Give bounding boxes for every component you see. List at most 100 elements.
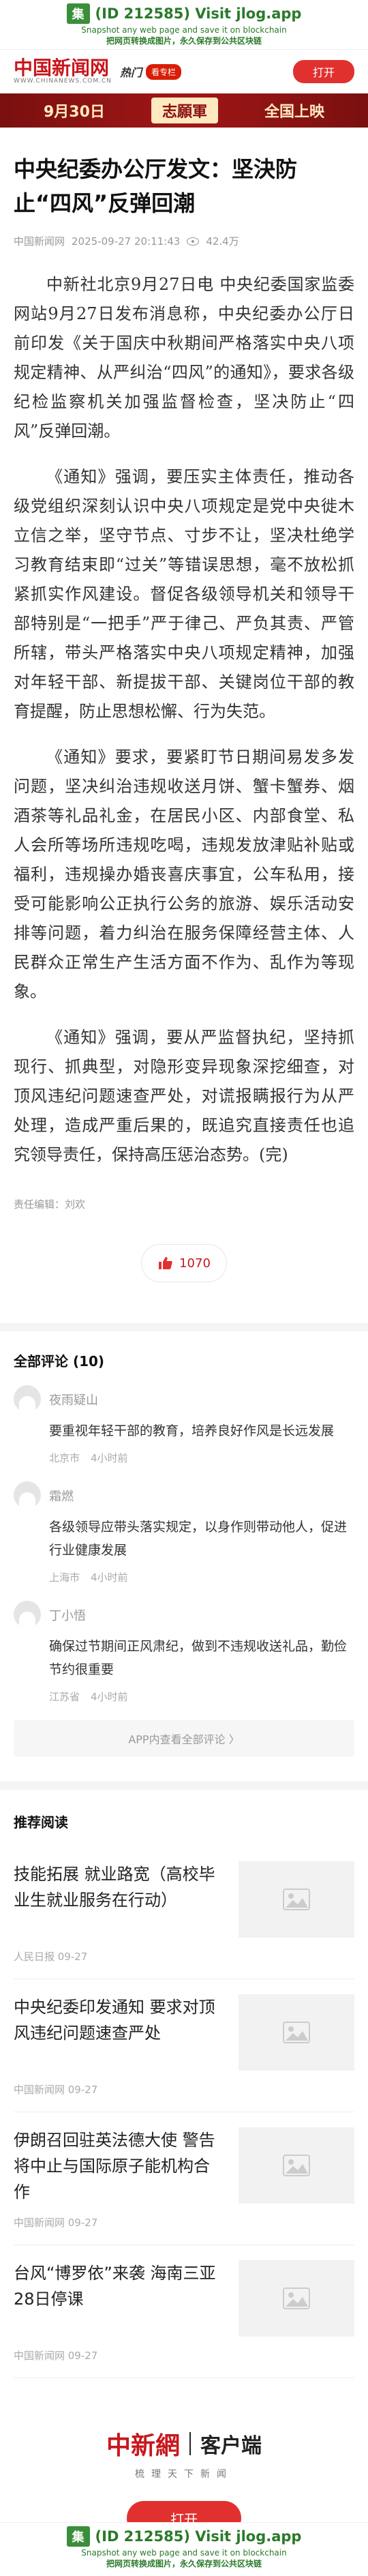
recommend-text: 台风“博罗依”来袭 海南三亚28日停课 中国新闻网 09-27 <box>14 2260 239 2363</box>
ad-slogan: 全国上映 <box>264 104 324 121</box>
avatar <box>14 1385 41 1412</box>
comment-time: 4小时前 <box>91 1452 128 1464</box>
ad-show-title: 志願軍 <box>151 98 218 123</box>
article-paragraph: 《通知》强调，要从严监督执纪，坚持抓现行、抓典型，对隐形变异现象深挖细查，对顶风… <box>14 1028 354 1164</box>
jlog-banner-row: 集 (ID 212585) Visit jlog.app <box>66 2526 302 2547</box>
recommend-title[interactable]: 台风“博罗依”来袭 海南三亚28日停课 <box>14 2260 222 2312</box>
recommend-thumbnail[interactable] <box>239 1861 354 1938</box>
recommend-thumbnail[interactable] <box>239 1994 354 2071</box>
comment-user: 丁小悟 <box>49 1609 86 1623</box>
brand-tag: 热门 <box>120 66 142 79</box>
comment-item: 丁小悟 确保过节期间正风肃纪，做到不违规收送礼品，勤俭节约很重要 江苏省 4小时前 <box>14 1601 354 1704</box>
image-placeholder-icon <box>283 2288 310 2309</box>
avatar <box>14 1601 41 1628</box>
comment-item: 夜雨疑山 要重视年轻干部的教育，培养良好作风是长远发展 北京市 4小时前 <box>14 1385 354 1465</box>
footer-brand-row: 中新網 客户端 <box>106 2426 262 2461</box>
comment-item: 霜燃 各级领导应带头落实规定，以身作则带动他人，促进行业健康发展 上海市 4小时前 <box>14 1481 354 1584</box>
site-header: 中国新闻网 WWW.CHINANEWS.COM.CN 热门 看专栏 打开 <box>0 50 368 93</box>
recommend-thumbnail[interactable] <box>239 2260 354 2337</box>
image-placeholder-icon <box>283 1889 310 1910</box>
recommend-item[interactable]: 中央纪委印发通知 要求对顶风违纪问题速查严处 中国新闻网 09-27 <box>14 1979 354 2112</box>
jlog-banner-title[interactable]: (ID 212585) Visit jlog.app <box>95 5 302 22</box>
recommend-item[interactable]: 技能拓展 就业路宽（高校毕业生就业服务在行动） 人民日报 09-27 <box>14 1846 354 1979</box>
comment-meta: 北京市 4小时前 <box>49 1451 354 1465</box>
comment-body: 丁小悟 确保过节期间正风肃纪，做到不违规收送礼品，勤俭节约很重要 江苏省 4小时前 <box>49 1601 354 1704</box>
thumbs-up-icon <box>157 1255 174 1271</box>
recommend-heading: 推荐阅读 <box>14 1814 68 1831</box>
article-editor: 责任编辑：刘欢 <box>14 1198 86 1211</box>
brand-badge: 看专栏 <box>146 63 182 80</box>
jlog-banner-line2: 把网页转换成图片，永久保存到公共区块链 <box>106 35 262 46</box>
comment-text: 确保过节期间正风肃纪，做到不违规收送礼品，勤俭节约很重要 <box>49 1639 348 1677</box>
avatar <box>14 1481 41 1509</box>
jlog-top-banner[interactable]: 集 (ID 212585) Visit jlog.app Snapshot an… <box>0 0 368 50</box>
article-source: 中国新闻网 <box>14 235 65 248</box>
eye-icon <box>187 237 200 246</box>
article-paragraph: 《通知》要求，要紧盯节日期间易发多发问题，坚决纠治违规收送月饼、蟹卡蟹券、烟酒茶… <box>14 747 354 1001</box>
comment-user: 夜雨疑山 <box>49 1393 98 1408</box>
brand-name: 中国新闻网 <box>14 57 110 79</box>
comment-text: 要重视年轻干部的教育，培养良好作风是长远发展 <box>49 1423 335 1438</box>
avatar-person-icon <box>19 1396 35 1412</box>
jlog-banner-line2: 把网页转换成图片，永久保存到公共区块链 <box>106 2558 262 2568</box>
recommend-source: 中国新闻网 09-27 <box>14 2350 98 2362</box>
footer-client-label: 客户端 <box>200 2434 262 2458</box>
comment-meta: 江苏省 4小时前 <box>49 1689 354 1704</box>
recommend-text: 技能拓展 就业路宽（高校毕业生就业服务在行动） 人民日报 09-27 <box>14 1861 239 1964</box>
comments-section: 全部评论 (10) 夜雨疑山 要重视年轻干部的教育，培养良好作风是长远发展 北京… <box>0 1331 368 1757</box>
brand-promo[interactable]: 热门 看专栏 <box>120 63 182 80</box>
section-divider <box>0 1323 368 1331</box>
jlog-logo-icon: 集 <box>66 2526 90 2547</box>
article-title: 中央纪委办公厅发文：坚決防止“四风”反弹回潮 <box>14 156 298 216</box>
brand-logo[interactable]: 中国新闻网 WWW.CHINANEWS.COM.CN <box>14 59 112 85</box>
recommend-title[interactable]: 中央纪委印发通知 要求对顶风违纪问题速查严处 <box>14 1994 222 2046</box>
comment-location: 上海市 <box>49 1571 80 1584</box>
recommend-source: 中国新闻网 09-27 <box>14 2217 98 2229</box>
jlog-banner-row: 集 (ID 212585) Visit jlog.app <box>66 3 302 24</box>
comments-heading: 全部评论 (10) <box>14 1353 105 1370</box>
article: 中央纪委办公厅发文：坚決防止“四风”反弹回潮 中国新闻网 2025-09-27 … <box>0 152 368 1282</box>
recommend-source: 人民日报 09-27 <box>14 1951 88 1963</box>
comment-location: 江苏省 <box>49 1691 80 1703</box>
footer-slogan: 梳理天下新闻 <box>135 2469 233 2480</box>
jlog-logo-icon: 集 <box>66 3 90 24</box>
article-views: 42.4万 <box>206 235 239 248</box>
jlog-banner-title[interactable]: (ID 212585) Visit jlog.app <box>95 2528 302 2545</box>
recommend-title[interactable]: 技能拓展 就业路宽（高校毕业生就业服务在行动） <box>14 1861 222 1913</box>
comment-time: 4小时前 <box>91 1691 128 1703</box>
section-divider <box>0 1781 368 1790</box>
recommend-title[interactable]: 伊朗召回驻英法德大使 警告将中止与国际原子能机构合作 <box>14 2127 222 2205</box>
movie-ad-banner[interactable]: 9月30日 志願軍 全国上映 <box>0 93 368 128</box>
jlog-bottom-banner[interactable]: 集 (ID 212585) Visit jlog.app Snapshot an… <box>0 2522 368 2572</box>
recommend-item[interactable]: 伊朗召回驻英法德大使 警告将中止与国际原子能机构合作 中国新闻网 09-27 <box>14 2112 354 2245</box>
recommend-section: 推荐阅读 技能拓展 就业路宽（高校毕业生就业服务在行动） 人民日报 09-27 … <box>0 1790 368 2378</box>
like-button[interactable]: 1070 <box>141 1244 227 1282</box>
avatar-person-icon <box>19 1612 35 1628</box>
more-comments-button[interactable]: APP内查看全部评论 〉 <box>14 1720 354 1757</box>
comment-text: 各级领导应带头落实规定，以身作则带动他人，促进行业健康发展 <box>49 1520 348 1558</box>
like-area: 1070 <box>14 1244 354 1282</box>
comment-user: 霜燃 <box>49 1490 74 1504</box>
article-paragraph: 《通知》强调，要压实主体责任，推动各级党组织深刻认识中央八项规定是党中央徙木立信… <box>14 467 354 721</box>
like-count: 1070 <box>179 1256 211 1271</box>
image-placeholder-icon <box>283 2155 310 2176</box>
article-datetime: 2025-09-27 20:11:43 <box>72 235 181 248</box>
comment-body: 夜雨疑山 要重视年轻干部的教育，培养良好作风是长远发展 北京市 4小时前 <box>49 1385 354 1465</box>
recommend-text: 中央纪委印发通知 要求对顶风违纪问题速查严处 中国新闻网 09-27 <box>14 1994 239 2097</box>
comment-body: 霜燃 各级领导应带头落实规定，以身作则带动他人，促进行业健康发展 上海市 4小时前 <box>49 1481 354 1584</box>
comment-meta: 上海市 4小时前 <box>49 1570 354 1584</box>
open-app-button[interactable]: 打开 <box>293 60 354 83</box>
recommend-text: 伊朗召回驻英法德大使 警告将中止与国际原子能机构合作 中国新闻网 09-27 <box>14 2127 239 2230</box>
jlog-banner-line1: Snapshot any web page and save it on blo… <box>81 25 287 35</box>
recommend-thumbnail[interactable] <box>239 2127 354 2204</box>
article-meta: 中国新闻网 2025-09-27 20:11:43 42.4万 <box>14 234 354 248</box>
recommend-item[interactable]: 台风“博罗依”来袭 海南三亚28日停课 中国新闻网 09-27 <box>14 2245 354 2378</box>
avatar-person-icon <box>19 1492 35 1509</box>
footer-separator <box>189 2432 191 2455</box>
image-placeholder-icon <box>283 2022 310 2043</box>
article-paragraph: 中新社北京9月27日电 中央纪委国家监委网站9月27日发布消息称，中央纪委办公厅… <box>14 275 354 441</box>
brand[interactable]: 中国新闻网 WWW.CHINANEWS.COM.CN 热门 看专栏 <box>14 59 182 85</box>
brand-url: WWW.CHINANEWS.COM.CN <box>14 78 112 85</box>
jlog-banner-line1: Snapshot any web page and save it on blo… <box>81 2547 287 2558</box>
footer-brand-logo: 中新網 <box>106 2431 180 2460</box>
